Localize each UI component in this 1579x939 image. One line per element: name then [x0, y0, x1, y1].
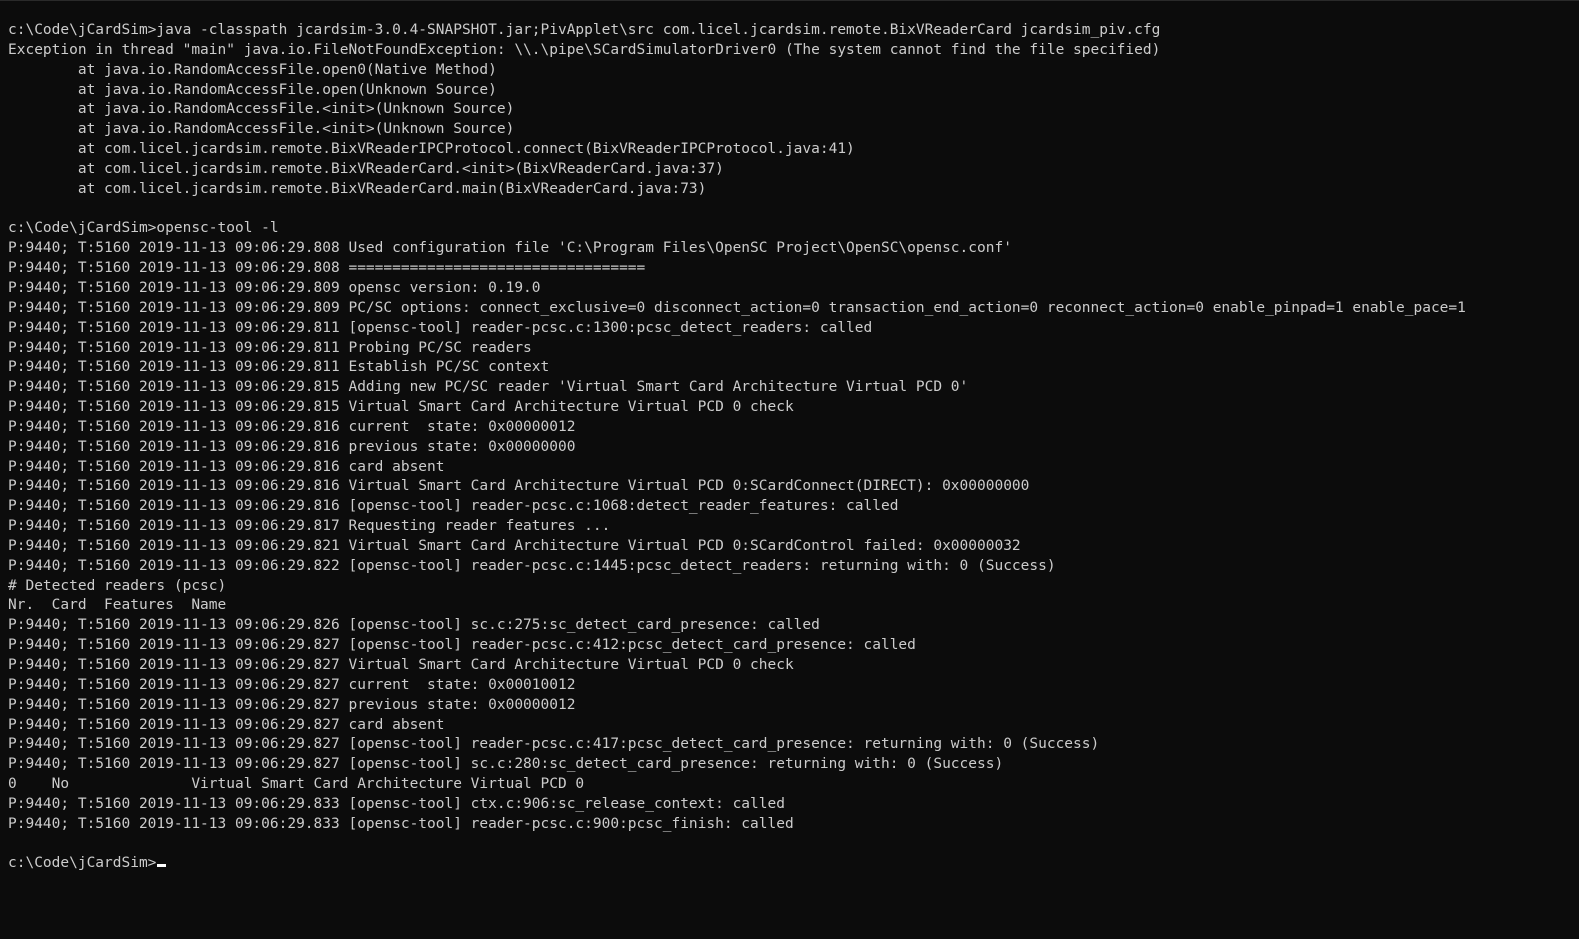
- console-line: P:9440; T:5160 2019-11-13 09:06:29.827 V…: [8, 657, 794, 673]
- console-line: P:9440; T:5160 2019-11-13 09:06:29.816 […: [8, 498, 899, 515]
- console-line: P:9440; T:5160 2019-11-13 09:06:29.827 […: [8, 756, 1004, 773]
- console-line: P:9440; T:5160 2019-11-13 09:06:29.815 A…: [8, 379, 969, 396]
- console-line: P:9440; T:5160 2019-11-13 09:06:29.816 p…: [8, 438, 576, 455]
- console-line: P:9440; T:5160 2019-11-13 09:06:29.811 P…: [8, 339, 532, 356]
- console-line: P:9440; T:5160 2019-11-13 09:06:29.809 P…: [8, 299, 1466, 316]
- console-line: P:9440; T:5160 2019-11-13 09:06:29.808 U…: [8, 240, 1012, 257]
- console-line: P:9440; T:5160 2019-11-13 09:06:29.833 […: [8, 795, 785, 812]
- text-cursor: [157, 864, 167, 868]
- console-line: P:9440; T:5160 2019-11-13 09:06:29.827 […: [8, 637, 916, 654]
- console-line: P:9440; T:5160 2019-11-13 09:06:29.822 […: [8, 557, 1056, 574]
- command-prompt-line[interactable]: c:\Code\jCardSim>: [8, 854, 1571, 874]
- console-line: P:9440; T:5160 2019-11-13 09:06:29.811 E…: [8, 359, 550, 376]
- console-line: # Detected readers (pcsc): [8, 577, 227, 594]
- console-line: P:9440; T:5160 2019-11-13 09:06:29.815 V…: [8, 399, 794, 416]
- console-line: P:9440; T:5160 2019-11-13 09:06:29.816 c…: [8, 458, 445, 475]
- console-line: P:9440; T:5160 2019-11-13 09:06:29.809 o…: [8, 279, 541, 296]
- console-line: Nr. Card Features Name: [8, 597, 227, 614]
- console-line: P:9440; T:5160 2019-11-13 09:06:29.827 c…: [8, 716, 445, 733]
- console-output: c:\Code\jCardSim>java -classpath jcardsi…: [8, 21, 1571, 854]
- console-line: at com.licel.jcardsim.remote.BixVReaderI…: [8, 141, 855, 158]
- console-line: c:\Code\jCardSim>opensc-tool -l: [8, 220, 279, 237]
- console-line: P:9440; T:5160 2019-11-13 09:06:29.827 […: [8, 736, 1100, 753]
- console-line: P:9440; T:5160 2019-11-13 09:06:29.827 p…: [8, 696, 576, 713]
- console-line: at com.licel.jcardsim.remote.BixVReaderC…: [8, 180, 707, 197]
- console-line: P:9440; T:5160 2019-11-13 09:06:29.816 V…: [8, 478, 1030, 495]
- console-line: P:9440; T:5160 2019-11-13 09:06:29.826 […: [8, 617, 820, 634]
- console-line: P:9440; T:5160 2019-11-13 09:06:29.833 […: [8, 815, 794, 832]
- console-line: at com.licel.jcardsim.remote.BixVReaderC…: [8, 160, 724, 177]
- console-window[interactable]: c:\Code\jCardSim>java -classpath jcardsi…: [0, 0, 1579, 939]
- command-prompt: c:\Code\jCardSim>: [8, 855, 157, 872]
- console-line: at java.io.RandomAccessFile.open0(Native…: [8, 61, 497, 78]
- console-line: Exception in thread "main" java.io.FileN…: [8, 41, 1161, 58]
- console-line: P:9440; T:5160 2019-11-13 09:06:29.808 =…: [8, 260, 646, 277]
- console-line: 0 No Virtual Smart Card Architecture Vir…: [8, 776, 585, 793]
- console-line: c:\Code\jCardSim>java -classpath jcardsi…: [8, 22, 1161, 38]
- console-line: at java.io.RandomAccessFile.open(Unknown…: [8, 81, 497, 98]
- console-line: P:9440; T:5160 2019-11-13 09:06:29.817 R…: [8, 518, 611, 535]
- console-line: P:9440; T:5160 2019-11-13 09:06:29.821 V…: [8, 537, 1021, 554]
- console-line: at java.io.RandomAccessFile.<init>(Unkno…: [8, 121, 515, 138]
- console-line: P:9440; T:5160 2019-11-13 09:06:29.811 […: [8, 319, 873, 336]
- console-line: at java.io.RandomAccessFile.<init>(Unkno…: [8, 101, 515, 118]
- console-line: P:9440; T:5160 2019-11-13 09:06:29.816 c…: [8, 418, 576, 435]
- console-scrollbar[interactable]: [1568, 1, 1579, 939]
- console-line: P:9440; T:5160 2019-11-13 09:06:29.827 c…: [8, 676, 576, 693]
